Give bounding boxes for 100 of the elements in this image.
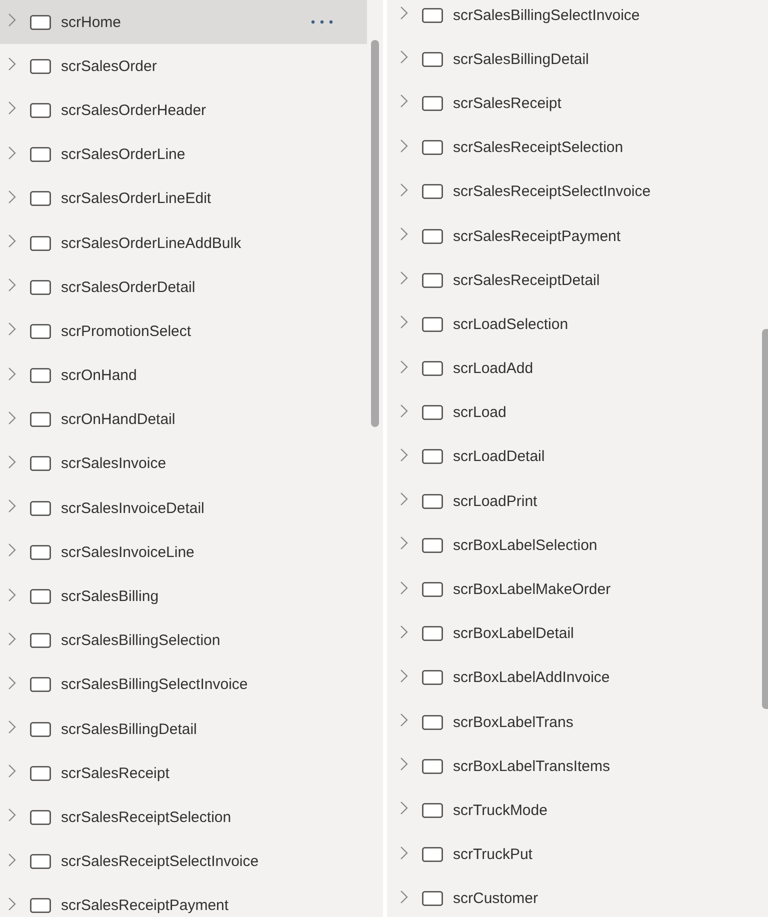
tree-item[interactable]: scrSalesBillingDetail [0,707,367,752]
screen-icon [422,582,443,598]
tree-item[interactable]: scrSalesReceiptPayment [392,214,762,258]
chevron-icon[interactable] [400,757,408,772]
screen-icon [30,810,51,825]
tree-item[interactable]: scrSalesOrderDetail [0,265,367,310]
chevron-icon[interactable] [8,808,16,822]
chevron-icon[interactable] [400,6,408,20]
screen-icon [422,228,443,244]
chevron-icon[interactable] [8,852,16,867]
chevron-icon[interactable] [400,404,408,418]
tree-item[interactable]: scrSalesBillingSelectInvoice [0,662,367,707]
chevron-icon[interactable] [400,580,408,595]
tree-item[interactable]: scrSalesReceiptSelection [392,126,762,170]
screen-icon [422,449,443,464]
screen-icon [422,802,443,818]
chevron-icon[interactable] [8,101,16,116]
tree-item[interactable]: scrTruckMode [392,788,762,833]
scrollbar-thumb[interactable] [762,329,768,709]
tree-item[interactable]: scrSalesOrderLine [0,132,367,177]
tree-item[interactable]: scrSalesReceiptSelection [0,795,367,840]
tree-item[interactable]: scrSalesReceipt [0,751,367,796]
tree-item[interactable]: scrSalesReceiptPayment [0,884,367,917]
tree-item[interactable]: scrBoxLabelMakeOrder [392,567,762,612]
chevron-icon[interactable] [400,713,408,728]
tree-item[interactable]: scrBoxLabelDetail [392,612,762,656]
tree-item[interactable]: scrSalesReceipt [392,81,762,126]
chevron-icon[interactable] [8,322,16,336]
tree-item[interactable]: scrLoadAdd [392,346,762,391]
chevron-icon[interactable] [400,846,408,860]
chevron-icon[interactable] [400,668,408,683]
tree-item[interactable]: scrCustomer [392,876,762,917]
chevron-icon[interactable] [8,588,16,602]
screen-icon [30,677,51,692]
chevron-icon[interactable] [8,57,16,72]
tree-item[interactable]: scrSalesOrderLineAddBulk [0,220,367,266]
tree-item[interactable]: scrSalesBillingDetail [392,37,762,82]
chevron-icon[interactable] [400,448,408,462]
screen-icon [30,102,51,118]
tree-item[interactable]: scrPromotionSelect [0,309,367,354]
chevron-icon[interactable] [400,536,408,550]
chevron-icon[interactable] [8,720,16,734]
tree-item[interactable]: scrLoadSelection [392,302,762,346]
chevron-icon[interactable] [8,278,16,292]
chevron-icon[interactable] [400,890,408,904]
tree-item[interactable]: scrSalesReceiptSelectInvoice [392,170,762,214]
tree-item[interactable]: scrOnHand [0,354,367,398]
chevron-icon[interactable] [8,410,16,425]
chevron-icon[interactable] [400,360,408,374]
tree-item[interactable]: scrSalesBillingSelection [0,618,367,663]
chevron-icon[interactable] [8,896,16,911]
screen-icon [422,758,443,774]
tree-item[interactable]: scrSalesBilling [0,574,367,619]
chevron-icon[interactable] [400,227,408,242]
tree-item[interactable]: scrOnHandDetail [0,398,367,442]
tree-item[interactable]: scrSalesOrderHeader [0,88,367,133]
scrollbar-thumb[interactable] [371,40,379,427]
chevron-icon[interactable] [8,234,16,248]
chevron-icon[interactable] [8,499,16,514]
tree-item[interactable]: scrLoadPrint [392,479,762,524]
chevron-icon[interactable] [8,366,16,381]
tree-item[interactable]: scrBoxLabelSelection [392,523,762,568]
screen-icon [422,891,443,906]
tree-item[interactable]: scrSalesOrderLineEdit [0,176,367,221]
chevron-icon[interactable] [8,146,16,160]
chevron-icon[interactable] [8,454,16,469]
chevron-icon[interactable] [400,492,408,506]
chevron-icon[interactable] [8,676,16,690]
screen-icon [422,626,443,642]
chevron-icon[interactable] [400,94,408,108]
chevron-icon[interactable] [400,624,408,639]
tree-item[interactable]: scrSalesInvoiceLine [0,530,367,574]
screen-icon [422,494,443,509]
tree-item[interactable]: scrSalesInvoiceDetail [0,486,367,530]
chevron-icon[interactable] [400,271,408,286]
screen-icon [30,147,51,162]
chevron-icon[interactable] [8,13,16,28]
tree-item[interactable]: scrLoad [392,390,762,435]
tree-item[interactable]: scrTruckPut [392,832,762,877]
tree-item[interactable]: scrSalesInvoice [0,442,367,486]
chevron-icon[interactable] [8,543,16,558]
tree-item[interactable]: scrSalesBillingSelectInvoice [392,0,762,38]
screen-icon [422,714,443,730]
tree-item[interactable]: scrLoadDetail [392,434,762,480]
chevron-icon[interactable] [8,632,16,646]
chevron-icon[interactable] [400,315,408,330]
tree-item[interactable]: scrHome [0,0,367,44]
tree-item[interactable]: scrBoxLabelTrans [392,700,762,744]
tree-item[interactable]: scrSalesOrder [0,44,367,88]
chevron-icon[interactable] [400,50,408,64]
tree-item[interactable]: scrSalesReceiptDetail [392,258,762,302]
tree-item[interactable]: scrSalesReceiptSelectInvoice [0,840,367,884]
chevron-icon[interactable] [8,190,16,204]
more-icon[interactable] [311,20,333,24]
chevron-icon[interactable] [400,182,408,197]
chevron-icon[interactable] [400,138,408,153]
tree-item[interactable]: scrBoxLabelTransItems [392,744,762,788]
tree-item[interactable]: scrBoxLabelAddInvoice [392,656,762,700]
chevron-icon[interactable] [8,764,16,778]
chevron-icon[interactable] [400,801,408,816]
